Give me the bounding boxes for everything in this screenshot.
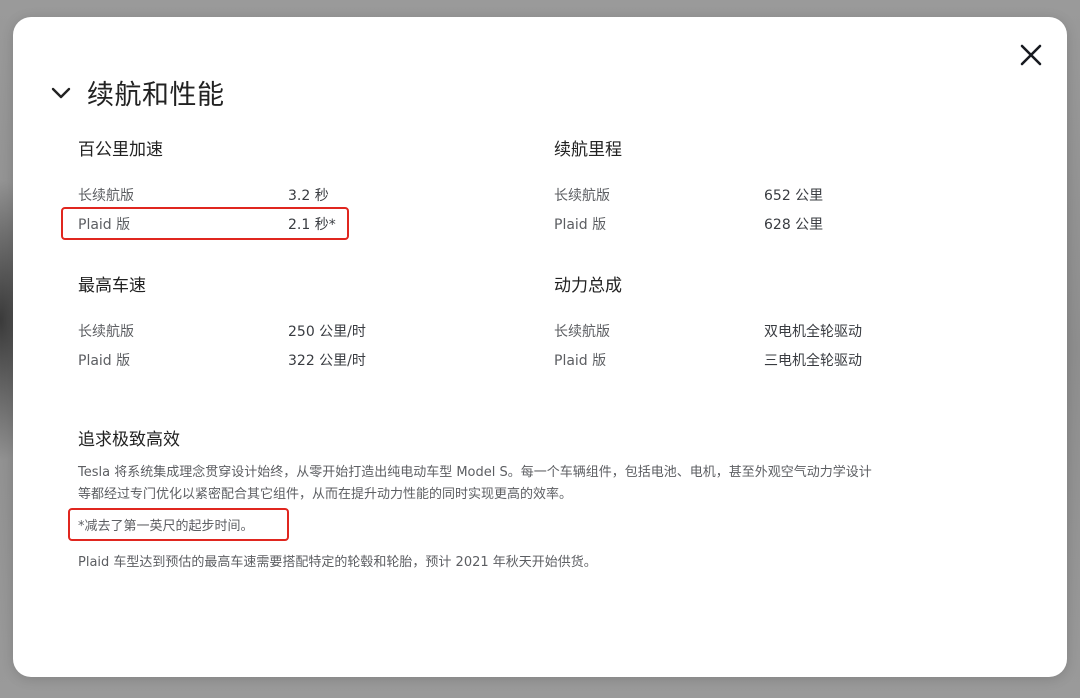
spec-label: 长续航版 [554, 324, 610, 340]
spec-value: 322 公里/时 [288, 353, 366, 369]
highlight-box-plaid-acceleration [61, 207, 349, 240]
highlight-box-footnote [68, 508, 289, 541]
spec-label: Plaid 版 [554, 217, 607, 233]
chevron-down-icon [51, 87, 71, 98]
spec-value: 250 公里/时 [288, 324, 366, 340]
spec-row: Plaid 版 628 公里 [554, 214, 994, 243]
spec-range: 续航里程 长续航版 652 公里 Plaid 版 628 公里 [554, 135, 994, 243]
section-title: 续航和性能 [87, 80, 225, 111]
spec-value: 3.2 秒 [288, 188, 329, 204]
spec-label: 长续航版 [78, 324, 134, 340]
spec-row: Plaid 版 三电机全轮驱动 [554, 350, 994, 379]
efficiency-title: 追求极致高效 [78, 430, 180, 450]
spec-value: 652 公里 [764, 188, 824, 204]
spec-row: 长续航版 双电机全轮驱动 [554, 321, 994, 350]
spec-title: 百公里加速 [78, 140, 163, 160]
spec-label: Plaid 版 [78, 353, 131, 369]
spec-powertrain: 动力总成 长续航版 双电机全轮驱动 Plaid 版 三电机全轮驱动 [554, 271, 994, 379]
spec-title: 最高车速 [78, 276, 146, 296]
spec-label: 长续航版 [554, 188, 610, 204]
spec-label: Plaid 版 [554, 353, 607, 369]
spec-title: 动力总成 [554, 276, 622, 296]
close-icon [1020, 44, 1042, 66]
spec-title: 续航里程 [554, 140, 622, 160]
close-button[interactable] [1019, 43, 1043, 67]
spec-label: 长续航版 [78, 188, 134, 204]
spec-value: 双电机全轮驱动 [764, 324, 862, 340]
section-toggle[interactable]: 续航和性能 [49, 73, 225, 112]
efficiency-text: Tesla 将系统集成理念贯穿设计始终，从零开始打造出纯电动车型 Model S… [78, 465, 872, 502]
spec-value: 628 公里 [764, 217, 824, 233]
spec-row: Plaid 版 322 公里/时 [78, 350, 518, 379]
specs-modal: 续航和性能 百公里加速 长续航版 3.2 秒 Plaid 版 2.1 秒* 续航… [13, 17, 1067, 677]
spec-row: 长续航版 652 公里 [554, 185, 994, 214]
efficiency-section: 追求极致高效 Tesla 将系统集成理念贯穿设计始终，从零开始打造出纯电动车型 … [78, 425, 878, 506]
spec-row: 长续航版 250 公里/时 [78, 321, 518, 350]
plaid-footnote: Plaid 车型达到预估的最高车速需要搭配特定的轮毂和轮胎，预计 2021 年秋… [78, 555, 597, 570]
spec-top-speed: 最高车速 长续航版 250 公里/时 Plaid 版 322 公里/时 [78, 271, 518, 379]
spec-value: 三电机全轮驱动 [764, 353, 862, 369]
